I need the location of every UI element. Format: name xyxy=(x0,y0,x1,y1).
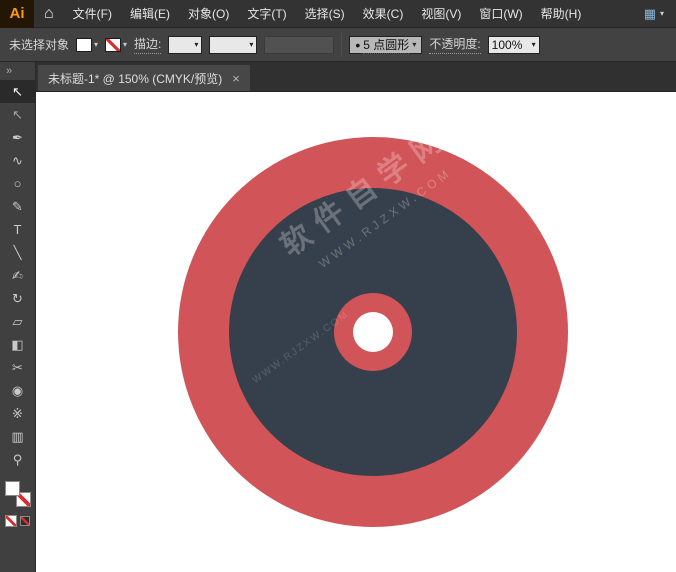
document-tab-title: 未标题-1* @ 150% (CMYK/预览) xyxy=(48,70,222,87)
tool-column-graph[interactable]: ▥ xyxy=(0,425,36,448)
none-color-button[interactable] xyxy=(5,515,17,527)
opacity-combo[interactable]: 100% ▾ xyxy=(488,36,540,54)
tool-direct-selection[interactable]: ↖ xyxy=(0,103,36,126)
line-segment-icon: ╲ xyxy=(14,245,22,261)
illustrator-logo: Ai xyxy=(0,0,34,28)
ellipse-icon: ○ xyxy=(14,176,22,191)
separator xyxy=(341,33,342,57)
curvature-icon: ∿ xyxy=(12,153,23,169)
stroke-style-combo[interactable]: ▾ xyxy=(209,36,257,54)
menu-edit[interactable]: 编辑(E) xyxy=(121,0,179,28)
stroke-color-control[interactable]: ▾ xyxy=(105,38,127,52)
workspace-icon: ▦ xyxy=(644,6,656,22)
menu-file[interactable]: 文件(F) xyxy=(64,0,121,28)
control-bar: 未选择对象 ▾ ▾ 描边: ▾ ▾ • 5 点圆形 ▾ 不透明度: 100% ▾ xyxy=(0,28,676,62)
column-graph-icon: ▥ xyxy=(11,429,23,445)
chevron-down-icon: ▾ xyxy=(194,40,198,49)
stroke-weight-label[interactable]: 描边: xyxy=(134,35,161,54)
menu-effect[interactable]: 效果(C) xyxy=(354,0,413,28)
tool-shear[interactable]: ▱ xyxy=(0,310,36,333)
tool-pen[interactable]: ✒ xyxy=(0,126,36,149)
brush-name: 5 点圆形 xyxy=(363,36,409,54)
document-tab[interactable]: 未标题-1* @ 150% (CMYK/预览) × xyxy=(38,65,250,91)
menu-bar: Ai ⌂ 文件(F) 编辑(E) 对象(O) 文字(T) 选择(S) 效果(C)… xyxy=(0,0,676,28)
fill-box-swatch[interactable] xyxy=(5,481,20,496)
tools-panel: » ↖ ↖ ✒ ∿ ○ ✎ T ╲ ✍ ↻ ▱ ◧ ✂ ◉ ※ ▥ ⚲ xyxy=(0,62,36,572)
chevron-down-icon: ▾ xyxy=(660,9,664,18)
shear-icon: ▱ xyxy=(13,314,23,330)
workspace-switcher[interactable]: ▦ ▾ xyxy=(632,6,676,22)
center-red-ring[interactable] xyxy=(334,293,412,371)
tool-scissors[interactable]: ✂ xyxy=(0,356,36,379)
paintbrush-icon: ✍ xyxy=(12,268,23,284)
rotate-icon: ↻ xyxy=(12,291,23,307)
stroke-none-mini-swatch[interactable] xyxy=(20,516,30,526)
menu-object[interactable]: 对象(O) xyxy=(179,0,238,28)
tool-curvature[interactable]: ∿ xyxy=(0,149,36,172)
chevron-down-icon[interactable]: ▾ xyxy=(123,40,127,49)
tool-paintbrush[interactable]: ✍ xyxy=(0,264,36,287)
artboard-canvas[interactable]: 软件自学网 WWW.RJZXW.COM WWW.RJZXW.COM xyxy=(36,92,676,572)
inner-dark-circle[interactable] xyxy=(229,188,517,476)
fill-color-control[interactable]: ▾ xyxy=(76,38,98,52)
opacity-value: 100% xyxy=(492,38,523,52)
main-area: 未标题-1* @ 150% (CMYK/预览) × 软件自学网 WWW.RJZX… xyxy=(36,62,676,572)
color-mode-buttons xyxy=(5,515,30,527)
tool-symbol-sprayer[interactable]: ※ xyxy=(0,402,36,425)
outer-red-circle[interactable] xyxy=(178,137,568,527)
selection-status: 未选择对象 xyxy=(9,36,69,53)
chevron-down-icon: ▾ xyxy=(412,40,416,49)
pencil-icon: ✎ xyxy=(12,199,23,215)
gradient-icon: ◧ xyxy=(11,337,23,353)
brush-definition-combo[interactable]: • 5 点圆形 ▾ xyxy=(349,36,422,54)
zoom-icon: ⚲ xyxy=(13,452,23,468)
menu-select[interactable]: 选择(S) xyxy=(296,0,354,28)
stroke-weight-combo[interactable]: ▾ xyxy=(168,36,202,54)
brush-preview-dot: • xyxy=(355,38,360,52)
fill-stroke-indicator[interactable] xyxy=(5,481,31,507)
chevron-down-icon[interactable]: ▾ xyxy=(94,40,98,49)
direct-selection-arrow-icon: ↖ xyxy=(12,107,23,123)
selection-arrow-icon: ↖ xyxy=(12,84,23,100)
menu-type[interactable]: 文字(T) xyxy=(238,0,295,28)
chevron-down-icon: ▾ xyxy=(532,40,536,49)
tool-type[interactable]: T xyxy=(0,218,36,241)
blend-icon: ◉ xyxy=(12,383,23,399)
tool-zoom[interactable]: ⚲ xyxy=(0,448,36,471)
toolbar-collapse-chevron[interactable]: » xyxy=(0,62,35,80)
tool-gradient[interactable]: ◧ xyxy=(0,333,36,356)
tool-blend[interactable]: ◉ xyxy=(0,379,36,402)
tool-line-segment[interactable]: ╲ xyxy=(0,241,36,264)
document-tab-bar: 未标题-1* @ 150% (CMYK/预览) × xyxy=(36,62,676,92)
tool-pencil[interactable]: ✎ xyxy=(0,195,36,218)
chevron-down-icon: ▾ xyxy=(249,40,253,49)
stroke-none-swatch[interactable] xyxy=(105,38,121,52)
opacity-label[interactable]: 不透明度: xyxy=(429,35,480,54)
tool-rotate[interactable]: ↻ xyxy=(0,287,36,310)
menu-help[interactable]: 帮助(H) xyxy=(532,0,591,28)
home-icon[interactable]: ⌂ xyxy=(34,5,64,23)
tool-selection[interactable]: ↖ xyxy=(0,80,36,103)
close-icon[interactable]: × xyxy=(232,71,240,86)
fill-swatch[interactable] xyxy=(76,38,92,52)
menu-window[interactable]: 窗口(W) xyxy=(470,0,531,28)
scissors-icon: ✂ xyxy=(12,360,23,376)
type-icon: T xyxy=(14,222,22,237)
tool-ellipse[interactable]: ○ xyxy=(0,172,36,195)
menu-view[interactable]: 视图(V) xyxy=(412,0,470,28)
center-white-hole[interactable] xyxy=(353,312,393,352)
content-area: » ↖ ↖ ✒ ∿ ○ ✎ T ╲ ✍ ↻ ▱ ◧ ✂ ◉ ※ ▥ ⚲ 未标题-… xyxy=(0,62,676,572)
symbol-sprayer-icon: ※ xyxy=(12,406,23,422)
width-profile-combo xyxy=(264,36,334,54)
pen-icon: ✒ xyxy=(12,130,23,146)
